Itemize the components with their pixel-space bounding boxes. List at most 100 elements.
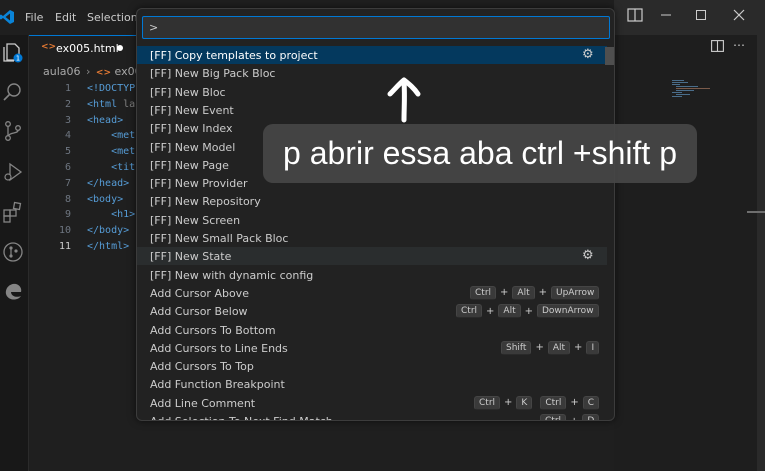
extensions-icon[interactable] bbox=[2, 201, 24, 223]
line-number: 9 bbox=[64, 209, 71, 221]
code-line: <tit bbox=[87, 160, 135, 176]
command-label: [FF] New Small Pack Bloc bbox=[150, 232, 289, 245]
key-cap: K bbox=[516, 395, 533, 410]
command-palette-input[interactable] bbox=[142, 16, 610, 39]
menu-file[interactable]: File bbox=[25, 11, 43, 24]
command-item[interactable]: Add Cursors To Top bbox=[137, 357, 607, 375]
plus-separator: + bbox=[524, 305, 533, 317]
menu-edit[interactable]: Edit bbox=[55, 11, 76, 24]
maximize-icon[interactable] bbox=[691, 8, 711, 28]
key-cap: Alt bbox=[512, 285, 535, 300]
plus-separator: + bbox=[504, 397, 513, 409]
gear-icon[interactable]: ⚙ bbox=[582, 47, 594, 62]
command-list-scrollbar[interactable] bbox=[605, 47, 614, 65]
key-cap: Alt bbox=[547, 340, 571, 355]
code-token: </body> bbox=[87, 225, 130, 237]
line-number: 3 bbox=[64, 114, 71, 126]
command-palette: [FF] Copy templates to project⚙ [FF] New … bbox=[136, 8, 615, 421]
layout-icon[interactable] bbox=[625, 8, 645, 28]
command-item[interactable]: Add Cursors To Bottom bbox=[137, 321, 607, 339]
minimize-icon[interactable] bbox=[656, 8, 676, 28]
explorer-icon[interactable]: 1 bbox=[2, 41, 24, 63]
command-label: [FF] New with dynamic config bbox=[150, 268, 314, 282]
search-icon[interactable] bbox=[2, 81, 24, 103]
layout-toggle-icon bbox=[627, 8, 643, 22]
command-item[interactable]: [FF] New with dynamic config bbox=[137, 266, 607, 284]
code-line: </html> bbox=[87, 239, 135, 255]
command-label: Add Cursor Above bbox=[150, 286, 249, 300]
command-label: [FF] New Provider bbox=[150, 177, 248, 191]
plus-separator: + bbox=[574, 342, 583, 354]
line-number-gutter: 1 2 3 4 5 6 7 8 9 10 11 bbox=[29, 81, 71, 255]
command-item[interactable]: [FF] New State ⚙ bbox=[137, 247, 607, 266]
command-label: [FF] New Big Pack Bloc bbox=[150, 67, 276, 81]
command-label: [FF] New Screen bbox=[150, 213, 241, 227]
code-line: <html la bbox=[87, 97, 135, 113]
line-number: 11 bbox=[58, 240, 71, 252]
activity-bar: 1 bbox=[0, 35, 29, 471]
command-item[interactable]: Add Function Breakpoint bbox=[137, 375, 607, 393]
line-number: 5 bbox=[64, 146, 71, 158]
key-cap: C bbox=[582, 395, 600, 410]
line-number: 10 bbox=[58, 225, 71, 237]
window-edge bbox=[757, 0, 765, 471]
code-line: <h1> bbox=[87, 207, 135, 223]
command-label: Add Selection To Next Find Match bbox=[150, 415, 333, 420]
tab-ex005-html[interactable]: <> ex005.html bbox=[29, 35, 136, 59]
plus-separator: + bbox=[535, 342, 544, 354]
code-token: <head> bbox=[87, 114, 124, 126]
code-line: <met bbox=[87, 128, 135, 144]
key-cap: D bbox=[582, 414, 600, 420]
command-item[interactable]: [FF] New Bloc bbox=[137, 83, 607, 101]
command-item[interactable]: [FF] New Screen bbox=[137, 211, 607, 229]
chevron-right-icon: › bbox=[86, 65, 91, 78]
code-line: </head> bbox=[87, 176, 135, 192]
split-editor-icon[interactable] bbox=[711, 40, 724, 55]
plus-separator: + bbox=[570, 415, 579, 421]
code-token: <met bbox=[111, 130, 136, 142]
code-line: <met bbox=[87, 144, 135, 160]
command-label: Add Cursors To Top bbox=[150, 360, 254, 374]
vscode-logo-icon bbox=[0, 10, 14, 24]
code-area[interactable]: <!DOCTYP <html la <head> <met <met <tit </h… bbox=[87, 81, 135, 255]
command-item[interactable]: Add Cursor Below Ctrl + Alt + DownArrow bbox=[137, 302, 607, 320]
command-item[interactable]: [FF] Copy templates to project ⚙ bbox=[137, 46, 607, 64]
git-graph-icon[interactable] bbox=[2, 241, 24, 263]
line-number: 2 bbox=[64, 98, 71, 110]
command-item[interactable]: [FF] New Repository bbox=[137, 192, 607, 210]
command-label: [FF] New Repository bbox=[150, 195, 261, 209]
command-item[interactable]: Add Cursor Above Ctrl + Alt + UpArrow bbox=[137, 284, 607, 302]
plus-separator: + bbox=[486, 305, 495, 317]
close-icon[interactable] bbox=[729, 8, 749, 28]
edge-icon[interactable] bbox=[2, 281, 24, 303]
command-item[interactable]: Add Cursors to Line Ends Shift + Alt + I bbox=[137, 339, 607, 357]
run-debug-icon[interactable] bbox=[2, 161, 24, 183]
background-window bbox=[614, 0, 765, 471]
key-cap: Ctrl bbox=[474, 395, 501, 410]
hand-drawn-arrow-icon bbox=[387, 77, 421, 123]
command-item[interactable]: Add Selection To Next Find Match Ctrl+D bbox=[137, 412, 607, 421]
key-cap: Ctrl bbox=[456, 304, 483, 319]
menu-selection[interactable]: Selection bbox=[87, 11, 138, 24]
gear-icon[interactable]: ⚙ bbox=[582, 248, 594, 263]
key-cap: Ctrl bbox=[540, 395, 567, 410]
source-control-icon[interactable] bbox=[2, 120, 24, 142]
command-item[interactable]: [FF] New Big Pack Bloc bbox=[137, 64, 607, 82]
command-label: Add Cursors To Bottom bbox=[150, 323, 276, 337]
command-item[interactable]: [FF] New Event bbox=[137, 101, 607, 119]
keybinding: Ctrl + Alt + UpArrow bbox=[470, 285, 600, 300]
tab-label: ex005.html bbox=[56, 42, 119, 55]
command-item[interactable]: Add Line Comment Ctrl + K Ctrl + C bbox=[137, 394, 607, 412]
breadcrumb-folder[interactable]: aula06 bbox=[43, 65, 81, 78]
minimap[interactable] bbox=[668, 78, 738, 100]
unsaved-dot-icon[interactable] bbox=[117, 45, 123, 51]
command-item[interactable]: [FF] New Small Pack Bloc bbox=[137, 229, 607, 247]
keybinding: Ctrl + K Ctrl + C bbox=[474, 395, 600, 410]
key-cap: DownArrow bbox=[536, 304, 599, 319]
command-label: Add Line Comment bbox=[150, 396, 256, 410]
more-actions-icon[interactable]: ⋯ bbox=[733, 38, 745, 52]
